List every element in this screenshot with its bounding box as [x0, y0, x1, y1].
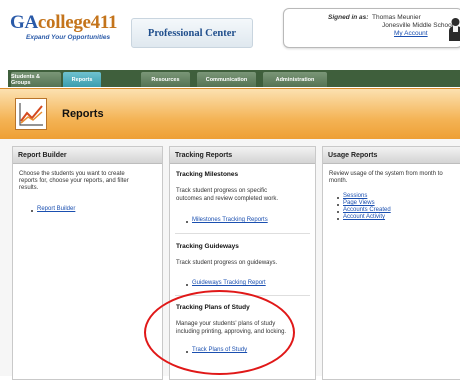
bullet-icon — [337, 204, 339, 206]
section-divider — [175, 295, 310, 296]
logo-prefix: GA — [10, 12, 38, 33]
plans-description-line: including printing, approving, and locki… — [176, 329, 287, 335]
usage-reports-panel: Usage Reports Review usage of the system… — [322, 146, 460, 380]
tab-communication[interactable]: Communication — [197, 72, 256, 87]
milestones-tracking-link[interactable]: Milestones Tracking Reports — [192, 217, 268, 223]
report-builder-description-line: results. — [19, 185, 39, 191]
bullet-icon — [337, 218, 339, 220]
header: GAcollege411 Expand Your Opportunities P… — [0, 0, 460, 62]
bullet-icon — [337, 211, 339, 213]
logo-suffix: college411 — [37, 12, 118, 33]
page-views-link[interactable]: Page Views — [343, 200, 375, 206]
bullet-icon — [186, 351, 188, 353]
tab-students-groups[interactable]: Students & Groups — [11, 72, 61, 87]
accounts-created-link[interactable]: Accounts Created — [343, 207, 391, 213]
report-builder-panel: Report Builder Choose the students you w… — [12, 146, 163, 380]
professional-center-badge: Professional Center — [131, 18, 253, 48]
report-builder-heading: Report Builder — [13, 147, 162, 164]
school-name: Jonesville Middle School — [382, 22, 454, 29]
bullet-icon — [31, 210, 33, 212]
user-avatar-icon — [449, 18, 460, 41]
sessions-link[interactable]: Sessions — [343, 193, 367, 199]
bullet-icon — [186, 284, 188, 286]
logo-text: GAcollege411 — [10, 12, 118, 33]
reports-banner: Reports — [0, 88, 460, 140]
report-builder-link[interactable]: Report Builder — [37, 206, 75, 212]
bullet-icon — [186, 221, 188, 223]
account-activity-link[interactable]: Account Activity — [343, 214, 385, 220]
milestones-description-line: outcomes and review completed work. — [176, 196, 279, 202]
tracking-guideways-heading: Tracking Guideways — [176, 243, 239, 250]
logo-tagline: Expand Your Opportunities — [26, 34, 111, 41]
user-name: Thomas Meunier — [372, 14, 421, 21]
tracking-reports-panel: Tracking Reports Tracking Milestones Tra… — [169, 146, 316, 380]
plans-description-line: Manage your students' plans of study — [176, 321, 276, 327]
tracking-milestones-heading: Tracking Milestones — [176, 171, 239, 178]
gacollege411-logo[interactable]: GAcollege411 Expand Your Opportunities — [10, 12, 118, 42]
line-chart-icon — [15, 98, 47, 130]
signed-in-box: Signed in as: Thomas Meunier Jonesville … — [283, 8, 460, 48]
tab-administration[interactable]: Administration — [263, 72, 327, 87]
tab-resources[interactable]: Resources — [141, 72, 190, 87]
page-title: Reports — [62, 108, 104, 120]
signed-in-label: Signed in as: — [328, 14, 369, 21]
bullet-icon — [337, 197, 339, 199]
tracking-reports-heading: Tracking Reports — [170, 147, 315, 164]
my-account-link[interactable]: My Account — [394, 30, 428, 37]
usage-reports-heading: Usage Reports — [323, 147, 460, 164]
usage-description-line: month. — [329, 178, 348, 184]
tracking-plans-heading: Tracking Plans of Study — [176, 304, 250, 311]
guideways-description-line: Track student progress on guideways. — [176, 260, 278, 266]
section-divider — [175, 233, 310, 234]
app-frame: GAcollege411 Expand Your Opportunities P… — [0, 0, 460, 380]
tab-reports[interactable]: Reports — [63, 72, 101, 87]
guideways-tracking-link[interactable]: Guideways Tracking Report — [192, 280, 266, 286]
track-plans-of-study-link[interactable]: Track Plans of Study — [192, 347, 247, 353]
milestones-description-line: Track student progress on specific — [176, 188, 268, 194]
